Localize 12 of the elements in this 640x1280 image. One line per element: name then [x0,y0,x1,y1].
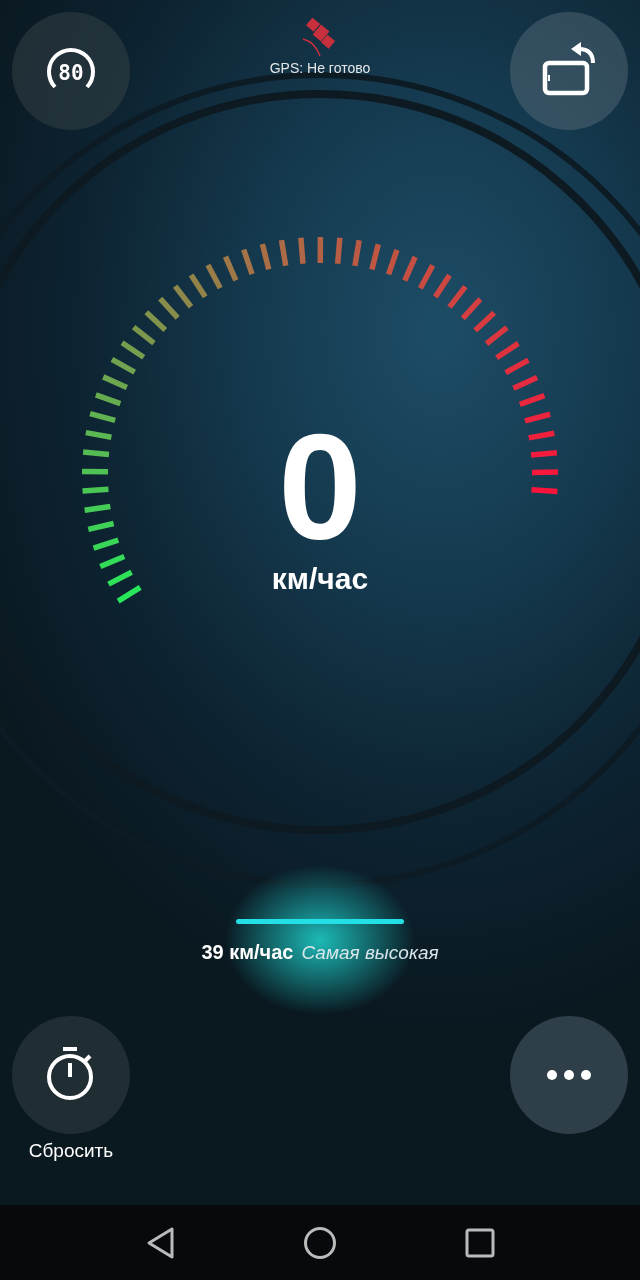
speed-unit: км/час [271,562,369,596]
reset-label: Сбросить [28,1140,114,1162]
gps-status: GPS: Не готово [269,60,371,76]
gauge-arc-icon [45,47,97,91]
max-speed-value: 39 км/час [201,941,294,964]
home-icon[interactable] [303,1225,337,1260]
speed-limit-button[interactable]: 80 [12,12,130,130]
max-speed-label: Самая высокая [301,942,439,964]
back-icon[interactable] [145,1225,175,1260]
more-icon [545,1068,593,1082]
recent-apps-icon[interactable] [465,1227,495,1258]
speed-value: 0 [278,412,362,562]
